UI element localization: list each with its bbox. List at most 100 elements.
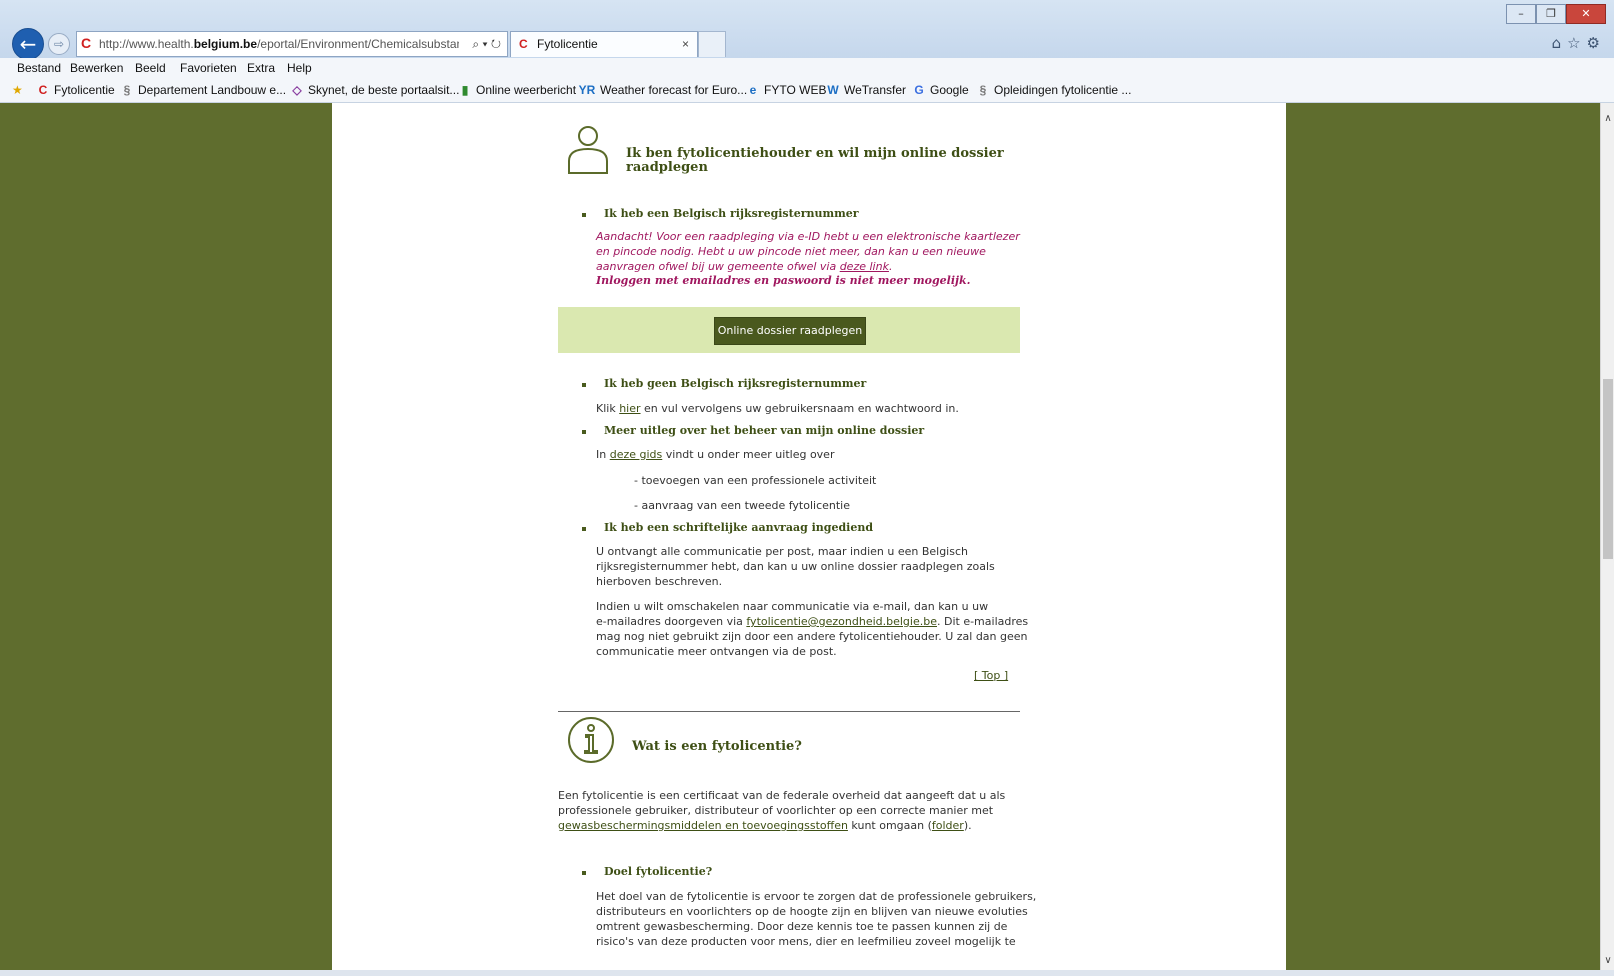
item3-text: In deze gids vindt u onder meer uitleg o… [596,447,834,462]
close-window-icon[interactable]: ✕ [1566,4,1606,24]
weerbericht-favicon-icon: ▮ [461,83,469,97]
online-dossier-button[interactable]: Online dossier raadplegen [714,317,866,345]
favorite-link-wetransfer[interactable]: W WeTransfer [826,83,906,97]
fytolicentie-favicon-icon: C [38,83,48,97]
minimize-icon[interactable]: – [1506,4,1536,24]
section-title-wat-is: Wat is een fytolicentie? [632,739,802,754]
item-title-rijksregister: Ik heb een Belgisch rijksregisternummer [604,207,859,220]
deze-gids-link[interactable]: deze gids [610,448,663,461]
favorite-link-fytoweb[interactable]: e FYTO WEB [746,83,827,97]
bullet-icon [582,430,586,434]
ie-favicon-icon: e [749,83,757,97]
gewasbescherming-link[interactable]: gewasbeschermingsmiddelen en toevoegings… [558,819,848,832]
section-title-online-dossier: Ik ben fytolicentiehouder en wil mijn on… [626,147,1004,175]
bullet-icon [582,527,586,531]
toolbar-right-icons: ⌂☆⚙ [1552,34,1606,52]
add-favorites-star-icon[interactable]: ★ [12,83,23,97]
search-icon[interactable]: ⌕ [472,37,479,51]
favorite-label: Skynet, de beste portaalsit... [308,83,460,97]
restore-icon[interactable]: ❐ [1536,4,1566,24]
paragraph-line: risico's van deze producten voor mens, d… [596,935,1016,948]
favorite-label: Weather forecast for Euro... [600,83,748,97]
section-divider [558,711,1020,712]
paragraph-line: gewasbeschermingsmiddelen en toevoegings… [558,818,1005,833]
menu-item-help[interactable]: Help [287,61,312,75]
content-column: Ik ben fytolicentiehouder en wil mijn on… [332,103,1286,976]
favorite-link-weather[interactable]: YR Weather forecast for Euro... [578,83,748,97]
text-part: en vul vervolgens uw gebruikersnaam en w… [640,402,959,415]
top-link[interactable]: [ Top ] [974,669,1008,682]
favorites-bar: ★ C Fytolicentie § Departement Landbouw e.… [0,78,1614,103]
tab-fytolicentie[interactable]: C Fytolicentie × [510,31,698,57]
warning-text-part: aanvragen ofwel bij uw gemeente ofwel vi… [596,260,840,273]
tab-title: Fytolicentie [537,37,598,51]
menu-item-bestand[interactable]: Bestand [17,61,61,75]
gear-icon[interactable]: ⚙ [1587,34,1606,52]
warning-text: Aandacht! Voor een raadpleging via e-ID … [596,229,1020,274]
favorite-link-departement[interactable]: § Departement Landbouw e... [120,83,286,97]
hier-link[interactable]: hier [619,402,640,415]
wetransfer-favicon-icon: W [827,83,839,97]
text-part: . Dit e-mailadres [936,615,1029,628]
top-link-text[interactable]: [ Top ] [974,669,1008,682]
text-part: kunt omgaan ( [847,819,932,832]
paragraph-line: distributeurs en voorlichters op de hoog… [596,905,1028,918]
tab-close-icon[interactable]: × [682,32,689,57]
home-icon[interactable]: ⌂ [1552,34,1568,52]
forward-arrow-icon[interactable]: ⇨ [48,33,70,55]
favorite-link-opleidingen[interactable]: § Opleidingen fytolicentie ... [976,83,1132,97]
menu-item-bewerken[interactable]: Bewerken [70,61,123,75]
favorite-label: Opleidingen fytolicentie ... [994,83,1132,97]
paragraph-line: e-mailadres doorgeven via fytolicentie@g… [596,614,1028,629]
text-part: Klik [596,402,620,415]
favorite-label: Departement Landbouw e... [138,83,287,97]
menu-item-extra[interactable]: Extra [247,61,275,75]
favorite-link-weerbericht[interactable]: ▮ Online weerbericht [458,83,576,97]
address-bar[interactable]: C http://www.health.belgium.be/eportal/E… [76,31,508,57]
departement-favicon-icon: § [123,83,131,97]
vertical-scrollbar[interactable]: ∧ ∨ [1600,103,1614,976]
item3-sub1: - toevoegen van een professionele activi… [634,474,877,487]
menu-item-beeld[interactable]: Beeld [135,61,166,75]
deze-link[interactable]: deze link [840,260,889,273]
scroll-up-icon[interactable]: ∧ [1601,113,1614,124]
folder-link[interactable]: folder [932,819,964,832]
opleidingen-favicon-icon: § [979,83,987,97]
paragraph-line: Indien u wilt omschakelen naar communica… [596,600,989,613]
item-title-meer-uitleg: Meer uitleg over het beheer van mijn onl… [604,424,925,437]
favorite-label: Google [930,83,969,97]
new-tab-button[interactable] [698,31,726,57]
menu-item-favorieten[interactable]: Favorieten [180,61,237,75]
item4-paragraph1: U ontvangt alle communicatie per post, m… [596,544,995,589]
address-controls: ⌕ ▾ ↻ [472,37,501,51]
paragraph-line: Het doel van de fytolicentie is ervoor t… [596,890,1037,903]
text-part: In [596,448,610,461]
paragraph-line: professionele gebruiker, distributeur of… [558,804,994,817]
email-link[interactable]: fytolicentie@gezondheid.belgie.be [746,615,937,628]
favorite-link-skynet[interactable]: ◇ Skynet, de beste portaalsit... [290,83,459,97]
bullet-icon [582,871,586,875]
paragraph-line: communicatie meer ontvangen via de post. [596,645,837,658]
item-title-doel: Doel fytolicentie? [604,865,713,878]
favorite-label: Fytolicentie [54,83,115,97]
item4-paragraph2: Indien u wilt omschakelen naar communica… [596,599,1028,659]
paragraph-line: omtrent gewasbescherming. Door deze kenn… [596,920,1008,933]
favorite-link-fytolicentie[interactable]: C Fytolicentie [36,83,115,97]
paragraph-line: mag nog niet gebruikt zijn door een ande… [596,630,1028,643]
warning-line: en pincode nodig. Hebt u uw pincode niet… [596,245,986,258]
item2-text: Klik hier en vul vervolgens uw gebruiker… [596,401,959,416]
text-part: e-mailadres doorgeven via [596,615,747,628]
skynet-favicon-icon: ◇ [292,83,302,97]
favorite-link-google[interactable]: G Google [912,83,969,97]
bullet-icon [582,383,586,387]
back-arrow-icon[interactable]: ← [12,28,44,60]
browser-toolbar: ← ⇨ C http://www.health.belgium.be/eport… [0,0,1614,60]
text-part: ). [963,819,972,832]
refresh-icon[interactable]: ↻ [491,37,501,51]
scrollbar-thumb[interactable] [1603,379,1613,559]
site-favicon-icon: C [81,35,92,51]
menu-bar: Bestand Bewerken Beeld Favorieten Extra … [0,58,1614,78]
favorites-star-icon[interactable]: ☆ [1567,34,1586,52]
scroll-down-icon[interactable]: ∨ [1601,955,1614,966]
google-favicon-icon: G [914,83,924,97]
